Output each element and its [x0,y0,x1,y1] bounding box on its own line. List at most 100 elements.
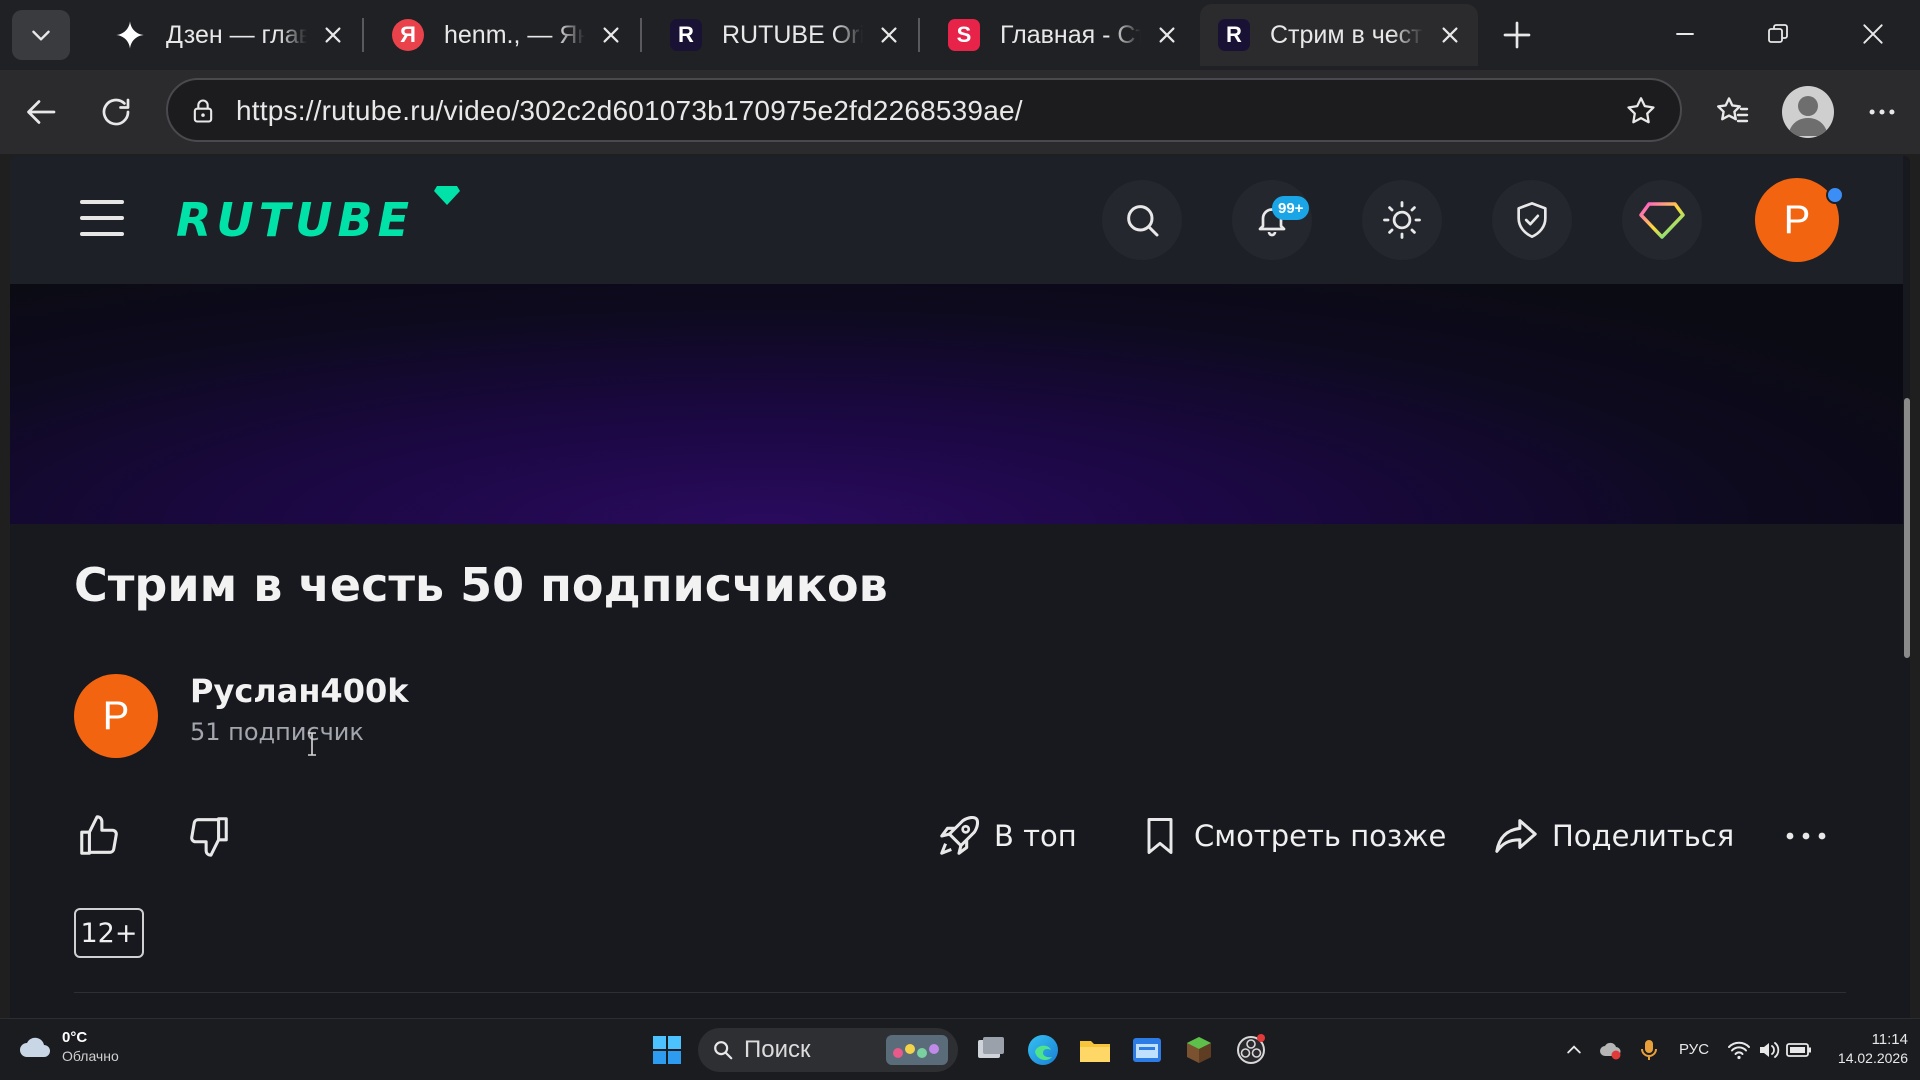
rutube-logo[interactable]: RUTUBE [176,186,460,250]
tab-stream-active[interactable]: R Стрим в честь [1200,4,1478,66]
star-icon[interactable] [1622,92,1660,130]
page-viewport: RUTUBE 99+ Р Стрим в честь 50 подписчико… [10,156,1910,1018]
to-top-label: В топ [994,819,1077,853]
premium-button[interactable] [1622,180,1702,260]
status-dot [1826,186,1844,204]
task-view-icon [978,1037,1004,1058]
close-icon[interactable] [597,20,624,50]
favicon-letter: R [678,22,694,47]
rutube-r-icon: R [670,19,702,51]
dislike-button[interactable] [186,806,232,866]
new-tab-button[interactable] [1494,12,1540,58]
taskbar-search[interactable]: Поиск [698,1028,958,1072]
to-top-button[interactable]: В топ [936,806,1077,866]
thumbs-up-icon [80,815,118,855]
tab-list-button[interactable] [12,10,70,60]
channel-name[interactable]: Руслан400k [190,672,409,710]
battery-icon [1786,1043,1811,1057]
rutube-r-icon: R [1218,19,1250,51]
battery-tray-icon[interactable] [1780,1031,1818,1069]
weather-condition: Облачно [62,1048,119,1064]
start-button[interactable] [648,1031,686,1069]
restore-button[interactable] [1743,6,1813,62]
more-actions-button[interactable] [1784,806,1828,866]
recording-app-icon [1237,1034,1265,1064]
favicon-letter: Я [400,22,416,47]
sun-icon [1383,201,1421,239]
close-icon[interactable] [875,20,902,50]
channel-subscriber-count: 51 подписчик [190,718,364,746]
favicon-letter: R [1226,22,1242,47]
plus-icon [1503,21,1531,49]
studio-s-icon: S [948,19,980,51]
notifications-button[interactable]: 99+ [1232,180,1312,260]
clock[interactable]: 11:14 14.02.2026 [1828,1031,1908,1067]
reload-button[interactable] [90,86,142,138]
edge-icon [1028,1035,1058,1065]
person-icon [1788,96,1828,136]
windows-logo-icon [653,1036,681,1064]
task-view-button[interactable] [972,1031,1010,1069]
taskbar-edge[interactable] [1024,1031,1062,1069]
show-hidden-icons-button[interactable] [1555,1031,1593,1069]
taskbar-app-browser[interactable] [1128,1031,1166,1069]
rutube-header: RUTUBE 99+ Р [10,156,1903,284]
share-arrow-icon [1495,819,1537,853]
menu-icon[interactable] [80,198,126,238]
taskbar-obs[interactable] [1232,1031,1270,1069]
security-button[interactable] [1492,180,1572,260]
tab-title: RUTUBE Originals [722,20,864,49]
tab-yandex[interactable]: Я henm., — Яндекс [374,4,638,66]
back-button[interactable] [16,86,68,138]
tab-rutube-originals[interactable]: R RUTUBE Originals [652,4,916,66]
theme-toggle-button[interactable] [1362,180,1442,260]
search-icon [1127,205,1159,237]
age-rating-badge: 12+ [74,908,144,958]
close-window-button[interactable] [1838,6,1908,62]
cloud-sync-icon [1600,1042,1621,1060]
search-button[interactable] [1102,180,1182,260]
scrollbar-thumb[interactable] [1904,398,1910,658]
close-icon [1863,24,1883,44]
channel-avatar[interactable]: Р [74,674,158,758]
favorites-button[interactable] [1706,86,1758,138]
text-cursor-icon [308,732,316,756]
like-button[interactable] [76,806,122,866]
chevron-down-icon [32,30,50,41]
diamond-icon [1639,202,1685,239]
more-horizontal-icon [1869,109,1895,115]
browser-profile-avatar[interactable] [1782,86,1834,138]
clock-date: 14.02.2026 [1837,1050,1908,1066]
tab-separator [362,18,364,52]
close-icon[interactable] [1153,20,1180,50]
microphone-tray-icon[interactable] [1630,1031,1668,1069]
logo-text: RUTUBE [176,193,414,247]
close-icon[interactable] [319,20,346,50]
address-bar[interactable]: https://rutube.ru/video/302c2d601073b170… [166,78,1682,142]
windows-taskbar: 0°C Облачно Поиск РУС 11:14 14.02.2026 [0,1018,1920,1080]
watch-later-button[interactable]: Смотреть позже [1138,806,1446,866]
close-icon[interactable] [1435,20,1464,50]
tray-app-icon[interactable] [1592,1031,1630,1069]
browser-tab-strip: Дзен — главная Я henm., — Яндекс R RUTUB… [0,0,1920,70]
tab-title: Дзен — главная [166,20,308,49]
share-button[interactable]: Поделиться [1492,806,1734,866]
tab-dzen[interactable]: Дзен — главная [96,4,360,66]
favorites-icon [1717,97,1749,123]
clock-time: 11:14 [1871,1031,1908,1048]
tab-studio[interactable]: S Главная - Студия [930,4,1194,66]
browser-menu-button[interactable] [1856,86,1908,138]
tab-separator [918,18,920,52]
taskbar-minecraft[interactable] [1180,1031,1218,1069]
thumbs-down-icon [190,817,228,857]
taskbar-file-explorer[interactable] [1076,1031,1114,1069]
minimize-button[interactable] [1650,6,1720,62]
input-language[interactable]: РУС [1679,1041,1709,1058]
gem-icon [434,186,460,205]
speaker-icon [1760,1042,1780,1058]
wifi-icon [1728,1041,1750,1060]
weather-widget[interactable]: 0°C Облачно [18,1029,119,1065]
search-icon [714,1041,733,1060]
rocket-icon [940,815,980,855]
lock-icon[interactable] [186,94,220,128]
